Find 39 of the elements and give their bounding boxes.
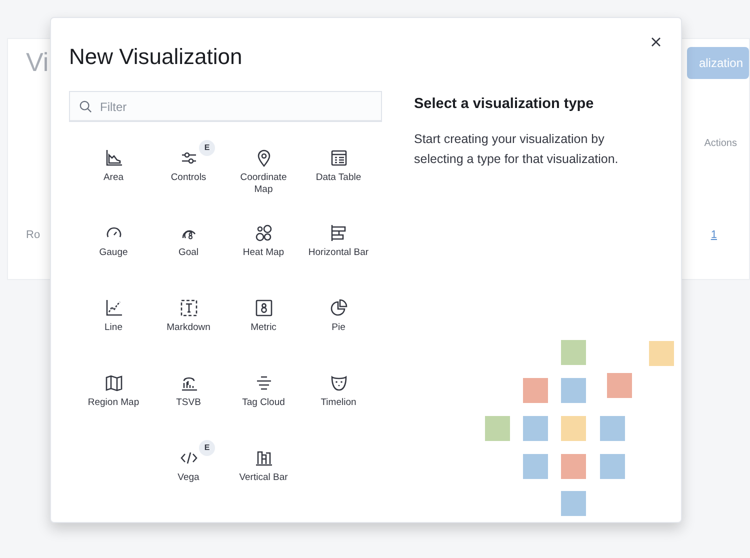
rows-label: Ro <box>26 228 40 243</box>
text-box-icon <box>178 298 198 318</box>
visualization-type-option[interactable]: Tag Cloud <box>226 361 301 436</box>
beta-badge: E <box>199 440 215 456</box>
line-chart-icon <box>104 298 124 318</box>
visualization-type-option[interactable]: Gauge <box>76 211 151 286</box>
modal-title: New Visualization <box>69 43 242 71</box>
visualization-type-option[interactable]: Markdown <box>151 286 226 361</box>
search-icon <box>79 100 92 113</box>
animal-face-icon <box>328 373 348 393</box>
visualization-type-option[interactable]: Line <box>76 286 151 361</box>
area-chart-icon <box>104 148 124 168</box>
pie-chart-icon <box>328 298 348 318</box>
visualization-type-option[interactable]: Area <box>76 136 151 211</box>
visualization-type-option[interactable]: Data Table <box>301 136 376 211</box>
beta-badge: E <box>199 140 215 156</box>
filter-field[interactable]: Filter <box>69 91 382 122</box>
visualization-type-option[interactable]: Coordinate Map <box>226 136 301 211</box>
number-box-icon <box>254 298 274 318</box>
page-title: Vi <box>26 46 49 79</box>
close-icon[interactable] <box>649 35 663 49</box>
visualization-type-option[interactable]: Heat Map <box>226 211 301 286</box>
visualization-type-option[interactable]: Metric <box>226 286 301 361</box>
visualization-type-option[interactable]: Vertical Bar <box>226 436 301 511</box>
visualization-type-option[interactable]: TSVB <box>151 361 226 436</box>
visualization-type-option[interactable]: Goal <box>151 211 226 286</box>
visualization-type-option[interactable]: Timelion <box>301 361 376 436</box>
visualization-type-option[interactable]: Pie <box>301 286 376 361</box>
circles-icon <box>254 223 274 243</box>
description-text: Start creating your visualization by selecting a type for that visualization. <box>414 131 620 168</box>
table-icon <box>328 148 348 168</box>
visualization-type-option[interactable]: E Vega <box>151 436 226 511</box>
visualization-type-option[interactable]: Region Map <box>76 361 151 436</box>
visualization-type-option[interactable]: Horizontal Bar <box>301 211 376 286</box>
map-icon <box>104 373 124 393</box>
horizontal-bars-icon <box>328 223 348 243</box>
column-header: Actions <box>704 137 737 151</box>
visualization-type-option[interactable]: E Controls <box>151 136 226 211</box>
section-heading: Select a visualization type <box>414 95 594 114</box>
